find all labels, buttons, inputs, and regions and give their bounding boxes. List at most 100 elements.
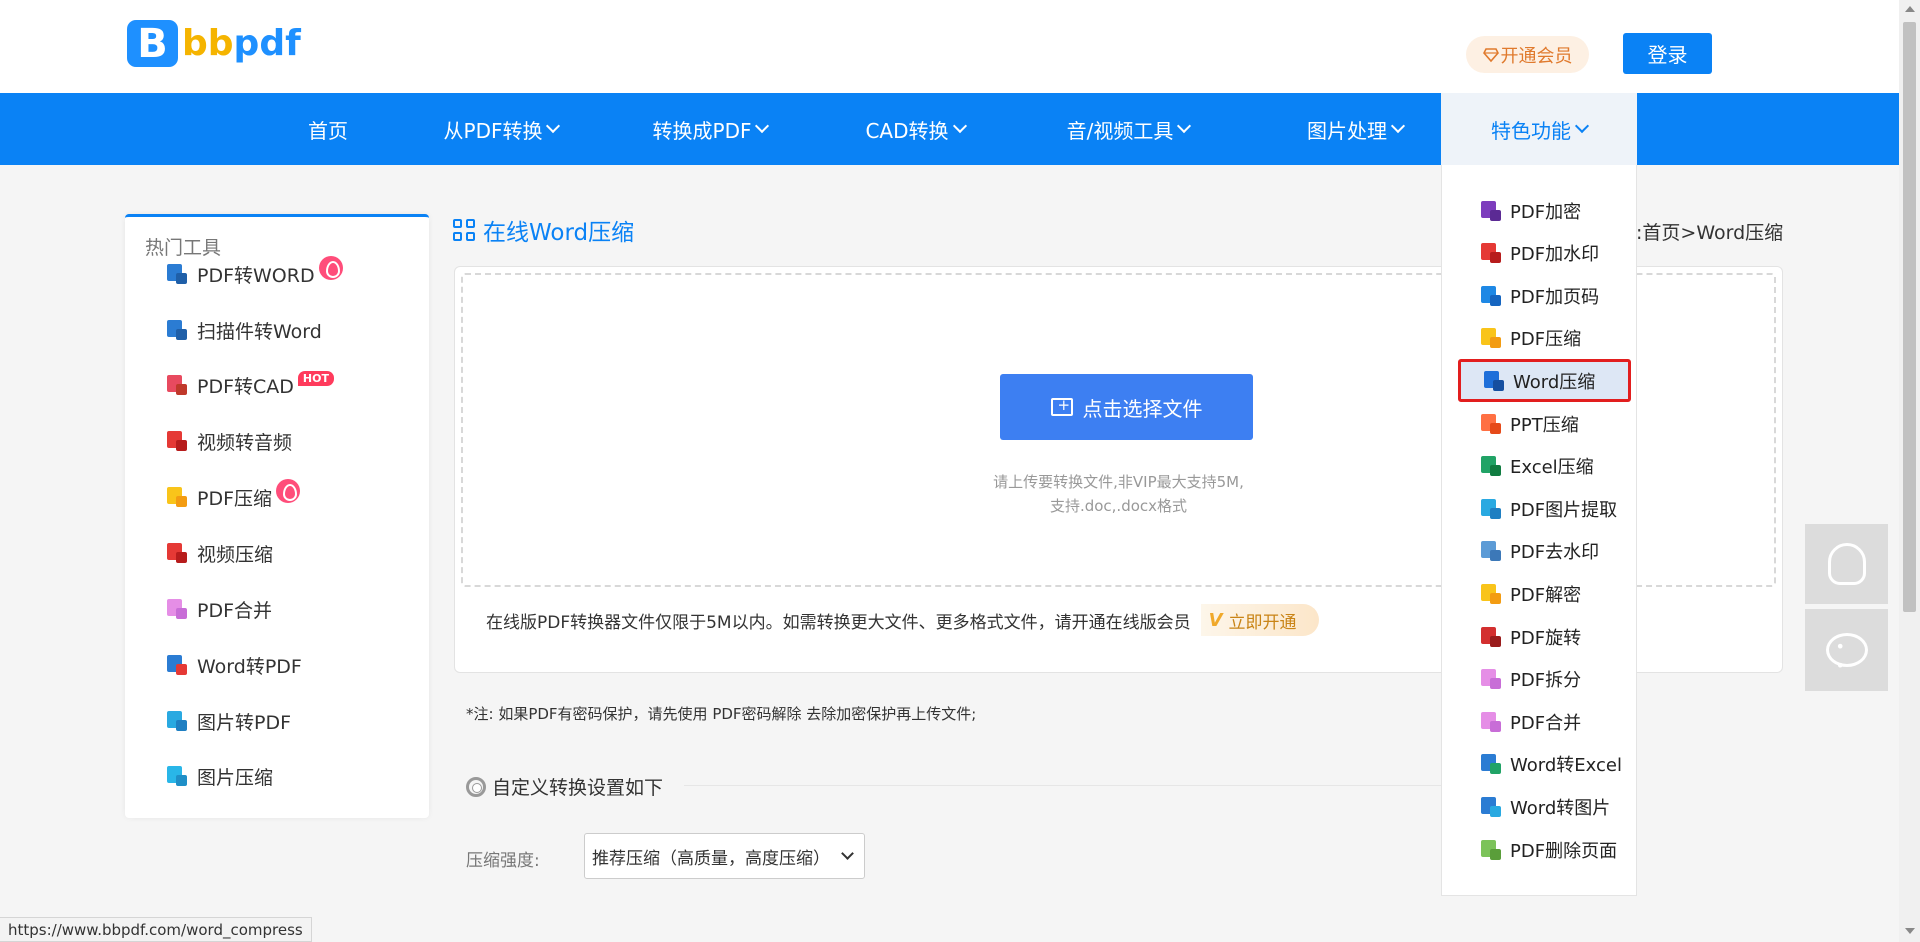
sidebar-tool-item[interactable]: 视频压缩 (167, 537, 273, 569)
qq-contact-button[interactable] (1805, 524, 1888, 604)
breadcrumb[interactable]: :首页>Word压缩 (1636, 218, 1783, 245)
pdf-image-extract-icon (1481, 498, 1501, 519)
login-button[interactable]: 登录 (1623, 33, 1712, 74)
status-bar-url: https://www.bbpdf.com/word_compress (0, 917, 312, 942)
dropdown-menu-item[interactable]: PDF加密 (1442, 189, 1638, 232)
word-icon (167, 320, 187, 340)
grid-icon (453, 219, 475, 241)
compress-strength-label: 压缩强度: (466, 851, 540, 871)
dropdown-menu-item[interactable]: PDF删除页面 (1442, 828, 1638, 871)
nav-image[interactable]: 图片处理 (1280, 93, 1430, 165)
pdf-pagenum-icon (1481, 285, 1501, 306)
site-header: B bbpdf 开通会员 登录 (0, 0, 1899, 93)
dropdown-menu-label: Word压缩 (1513, 371, 1596, 393)
sidebar-tool-label: 图片转PDF (197, 711, 292, 734)
dropdown-menu-item[interactable]: PDF拆分 (1442, 658, 1638, 701)
dropdown-menu-item[interactable]: PDF加页码 (1442, 274, 1638, 317)
chevron-down-icon (546, 118, 561, 134)
sidebar-tool-label: PDF压缩 (197, 487, 273, 510)
diamond-icon (1482, 47, 1499, 62)
image-pdf-icon (167, 711, 187, 731)
sidebar-tool-item[interactable]: PDF转WORD (167, 256, 343, 290)
scroll-down-arrow-icon[interactable] (1905, 928, 1915, 934)
sidebar-tool-label: 视频压缩 (197, 543, 274, 566)
nav-features[interactable]: 特色功能 (1441, 93, 1637, 165)
dropdown-menu-label: PDF压缩 (1510, 329, 1582, 351)
dropdown-menu-label: PDF加密 (1510, 201, 1582, 223)
nav-cad[interactable]: CAD转换 (855, 93, 975, 165)
pdf-compress-icon (167, 487, 187, 507)
dropdown-menu-item[interactable]: Word压缩 (1458, 359, 1631, 403)
pdf-compress-icon (1481, 328, 1501, 349)
select-file-label: 点击选择文件 (1082, 396, 1203, 421)
pdf-merge-icon (1481, 711, 1501, 732)
nav-audio-video[interactable]: 音/视频工具 (1053, 93, 1203, 165)
dropdown-menu-item[interactable]: Excel压缩 (1442, 445, 1638, 488)
dropdown-menu-item[interactable]: PDF图片提取 (1442, 487, 1638, 530)
sidebar-tool-item[interactable]: 图片压缩 (167, 760, 273, 792)
sidebar-tool-item[interactable]: 图片转PDF (167, 705, 291, 737)
open-vip-button[interactable]: 开通会员 (1466, 36, 1589, 73)
site-logo[interactable]: B bbpdf (127, 20, 301, 67)
nav-home[interactable]: 首页 (288, 93, 368, 165)
dropdown-menu-item[interactable]: Word转Excel (1442, 743, 1638, 786)
chat-contact-button[interactable] (1805, 609, 1888, 691)
ppt-compress-icon (1481, 413, 1501, 434)
hot-badge: HOT (297, 370, 334, 386)
sidebar-tool-label: 扫描件转Word (197, 320, 322, 343)
sidebar-tool-label: PDF转CAD (197, 375, 294, 398)
compress-strength-select[interactable]: 推荐压缩（高质量，高度压缩） (584, 833, 865, 879)
sidebar-tool-label: PDF合并 (197, 599, 273, 622)
word-compress-icon (1484, 370, 1504, 391)
excel-compress-icon (1481, 456, 1501, 477)
video-compress-icon (167, 543, 187, 563)
cad-icon (167, 375, 187, 395)
dropdown-menu-label: PDF合并 (1510, 712, 1582, 734)
dropdown-menu-label: PDF删除页面 (1510, 840, 1618, 862)
fire-icon (318, 256, 343, 280)
sidebar-tool-item[interactable]: PDF合并 (167, 593, 272, 625)
sidebar-tool-item[interactable]: 视频转音频 (167, 425, 292, 457)
sidebar-tool-item[interactable]: 扫描件转Word (167, 314, 322, 346)
chevron-down-icon (1390, 118, 1406, 134)
scroll-thumb[interactable] (1903, 22, 1916, 612)
page-scrollbar[interactable] (1899, 0, 1920, 942)
dropdown-menu-item[interactable]: PDF合并 (1442, 700, 1638, 743)
image-compress-icon (167, 766, 187, 786)
dropdown-menu-item[interactable]: PDF去水印 (1442, 530, 1638, 573)
dropdown-menu-item[interactable]: PDF加水印 (1442, 232, 1638, 275)
sidebar-tool-item[interactable]: Word转PDF (167, 649, 302, 681)
dropdown-menu-label: Word转Excel (1510, 755, 1622, 777)
dropdown-menu-label: Excel压缩 (1510, 457, 1594, 479)
dropdown-menu-label: PDF去水印 (1510, 542, 1600, 564)
dropdown-menu-item[interactable]: PDF旋转 (1442, 615, 1638, 658)
dropdown-menu-label: Word转图片 (1510, 797, 1611, 819)
folder-upload-icon (1050, 396, 1073, 416)
nav-to-pdf[interactable]: 转换成PDF (640, 93, 780, 165)
vip-icon: V (1208, 609, 1223, 631)
dropdown-menu-label: PDF图片提取 (1510, 499, 1618, 521)
dropdown-menu-item[interactable]: Word转图片 (1442, 785, 1638, 828)
dropdown-menu-label: PDF加页码 (1510, 286, 1600, 308)
word-pdf-icon (167, 655, 187, 675)
open-vip-now-button[interactable]: V 立即开通 (1200, 604, 1319, 636)
scroll-up-arrow-icon[interactable] (1905, 6, 1915, 12)
dropdown-menu-item[interactable]: PDF压缩 (1442, 317, 1638, 360)
sidebar-tool-item[interactable]: PDF转CAD HOT (167, 369, 334, 401)
chevron-down-icon (841, 847, 854, 860)
sidebar-tool-label: 图片压缩 (197, 766, 274, 789)
dropdown-menu-item[interactable]: PDF解密 (1442, 572, 1638, 615)
fire-icon (276, 479, 301, 503)
page-title-text: 在线Word压缩 (483, 220, 635, 246)
sidebar-tool-item[interactable]: PDF压缩 (167, 479, 301, 513)
size-limit-notice: 在线版PDF转换器文件仅限于5M以内。如需转换更大文件、更多格式文件，请开通在线… (486, 604, 1319, 636)
gear-icon (466, 776, 486, 797)
sidebar-title: 热门工具 (145, 237, 222, 259)
pdf-watermark-icon (1481, 243, 1501, 264)
nav-from-pdf[interactable]: 从PDF转换 (425, 93, 577, 165)
dropdown-menu-item[interactable]: PPT压缩 (1442, 402, 1638, 445)
word-icon (167, 264, 187, 284)
settings-title: 自定义转换设置如下 (466, 773, 663, 800)
dropdown-menu-label: PPT压缩 (1510, 414, 1579, 436)
select-file-button[interactable]: 点击选择文件 (1000, 374, 1253, 440)
